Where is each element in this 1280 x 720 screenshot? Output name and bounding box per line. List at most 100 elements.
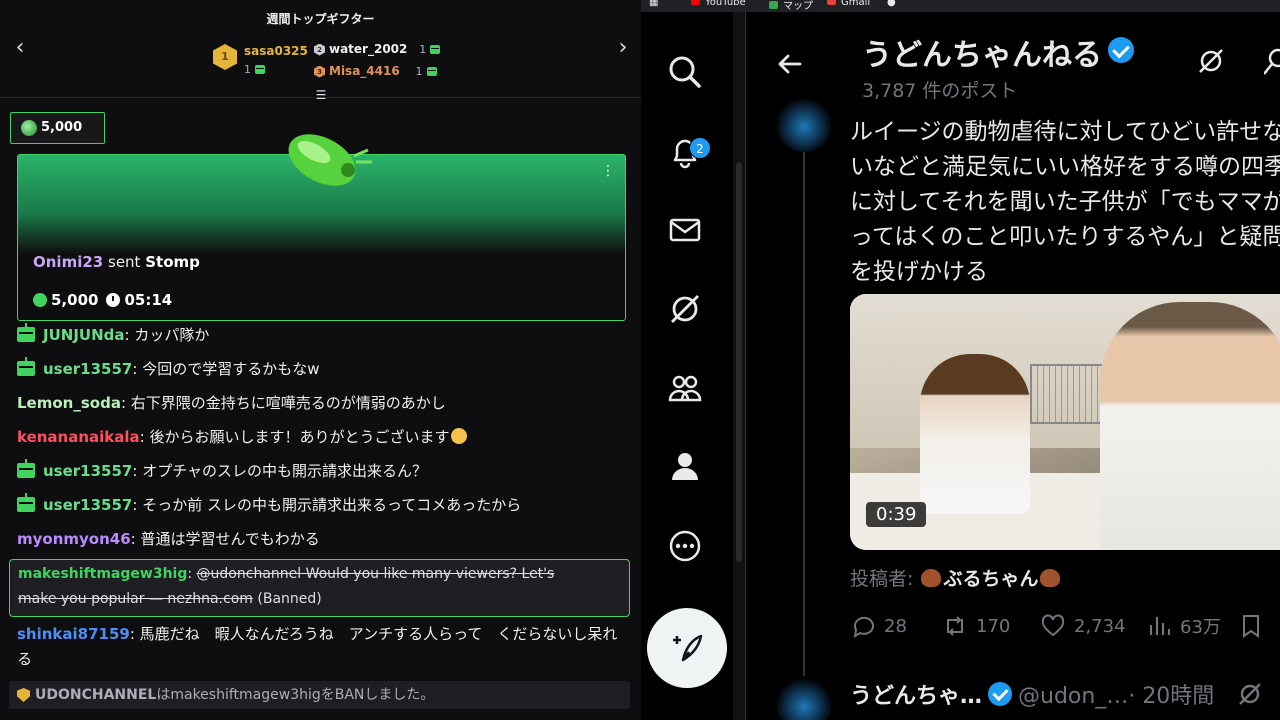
communities-icon[interactable]: [663, 366, 707, 410]
thread-line: [803, 152, 805, 712]
like-button[interactable]: 2,734: [1040, 610, 1126, 642]
search-icon[interactable]: [1264, 48, 1280, 76]
chat-username[interactable]: user13557: [43, 462, 132, 480]
compose-post-button[interactable]: [647, 608, 727, 688]
heart-icon: [1041, 614, 1065, 637]
ban-notice-text: をBANしました。: [320, 687, 435, 703]
post-count: 3,787 件のポスト: [862, 80, 1018, 102]
profile-icon[interactable]: [663, 444, 707, 488]
ban-target: makeshiftmagew3hig: [170, 687, 321, 703]
tweet-video[interactable]: 0:39: [850, 294, 1280, 550]
bookmark-maps[interactable]: マップ: [769, 0, 813, 12]
poster-credit: 投稿者: ぶるちゃん: [850, 564, 1062, 591]
chat-message: user13557: そっか前 スレの中も開示請求出来るってコメあったから: [17, 492, 627, 518]
gifter-count: 1: [415, 65, 423, 78]
chat-text: : カッパ隊か: [124, 326, 210, 344]
tweet-actions: 28 170 2,734 63万: [850, 610, 1280, 642]
chat-username[interactable]: myonmyon46: [17, 530, 131, 548]
chat-username[interactable]: JUNJUNda: [43, 326, 125, 344]
chat-username[interactable]: user13557: [43, 496, 132, 514]
bits-amount: 5,000: [41, 120, 83, 135]
gift-sender[interactable]: Onimi23: [33, 253, 103, 271]
chat-message: user13557: オプチャのスレの中も開示請求出来るん？: [17, 458, 627, 484]
coin-icon: [33, 293, 47, 307]
gifter-name: water_2002: [329, 42, 408, 56]
youtube-icon: [691, 0, 700, 5]
chat-text: : そっか前 スレの中も開示請求出来るってコメあったから: [132, 496, 522, 514]
profile-name: うどんちゃんねる: [862, 30, 1134, 74]
apps-grid-icon[interactable]: ▦: [649, 0, 658, 8]
subscriber-badge-icon: [17, 323, 35, 342]
repost-button[interactable]: 170: [942, 610, 1010, 642]
subscriber-badge-icon: [17, 493, 35, 512]
top-gifters-header: 週間トップギフター ‹ › 1 sasa0325 1 2 water_2002 1…: [0, 0, 641, 102]
notification-count-badge: 2: [689, 137, 711, 159]
chat-message: JUNJUNda: カッパ隊か: [17, 322, 627, 348]
profile-name-text: うどんちゃんねる: [862, 38, 1102, 73]
gem-icon: [430, 45, 441, 54]
rank-3-icon: 3: [314, 65, 325, 78]
banned-chat-message[interactable]: makeshiftmagew3hig: @udonchannel Would y…: [9, 559, 630, 617]
chat-username[interactable]: Lemon_soda: [17, 394, 121, 412]
gifter-name: Misa_4416: [329, 64, 400, 78]
subscriber-badge-icon: [17, 357, 35, 376]
views-button[interactable]: 63万: [1146, 610, 1221, 642]
chat-message: kenananaikala: 後からお願いします！ありがとうございます: [17, 424, 627, 450]
bookmark-label: Gmail: [841, 0, 871, 8]
bookmark-gmail[interactable]: Gmail: [827, 0, 870, 8]
next-post-name[interactable]: うどんちゃ…: [850, 684, 982, 709]
chat-username[interactable]: makeshiftmagew3hig: [18, 566, 187, 582]
grok-icon[interactable]: [663, 287, 707, 331]
gifter-name: sasa0325: [244, 44, 308, 58]
more-circle-icon[interactable]: [663, 524, 707, 568]
gift-amount: 5,000: [51, 291, 99, 309]
feather-plus-icon: [673, 634, 703, 662]
chevron-right-icon[interactable]: ›: [611, 36, 635, 60]
chevron-left-icon[interactable]: ‹: [8, 36, 32, 60]
bookmark-button[interactable]: [1238, 610, 1272, 642]
smile-emoji-icon: [451, 428, 468, 444]
grok-icon[interactable]: [1196, 46, 1226, 76]
subscriber-badge-icon: [17, 459, 35, 478]
video-duration: 0:39: [866, 502, 927, 527]
bookmark-label: YouTube: [705, 0, 746, 8]
poster-name[interactable]: ぶるちゃん: [943, 568, 1038, 590]
bits-pill[interactable]: 5,000: [10, 112, 105, 144]
bookmark-youtube[interactable]: YouTube: [691, 0, 746, 8]
scrollbar[interactable]: [733, 12, 745, 720]
avatar[interactable]: [776, 676, 832, 720]
top-gifter-2[interactable]: 2 water_2002 1: [314, 42, 441, 56]
chat-username[interactable]: kenananaikala: [17, 428, 140, 446]
poster-label: 投稿者:: [850, 568, 914, 590]
repost-count: 170: [976, 615, 1011, 637]
gifter-count: 1: [244, 63, 251, 76]
more-vertical-icon[interactable]: ⋮: [601, 163, 615, 179]
poop-emoji-icon: [921, 569, 942, 587]
banned-text-line1: @udonchannel Would you like many viewers…: [196, 566, 555, 582]
banned-text-line2: make you popular — nezhna.com: [18, 591, 253, 607]
chat-message: shinkai87159: 馬鹿だね 暇人なんだろうね アンチする人らって くだ…: [17, 622, 627, 672]
gift-item: Stomp: [145, 253, 200, 271]
views-chart-icon: [1149, 617, 1171, 635]
extension-icon[interactable]: ●: [887, 0, 896, 8]
mail-icon[interactable]: [663, 208, 707, 252]
scroll-thumb[interactable]: [736, 162, 742, 562]
back-arrow-icon[interactable]: [774, 48, 806, 80]
chat-message: Lemon_soda: 右下界隈の金持ちに喧嘩売るのが情弱のあかし: [17, 390, 627, 416]
grok-icon[interactable]: [1236, 680, 1264, 708]
avatar[interactable]: [776, 96, 832, 152]
collapse-handle-icon[interactable]: ☰: [313, 88, 329, 102]
repost-icon: [947, 616, 963, 636]
next-post-time: · 20時間: [1128, 684, 1215, 709]
poop-emoji-icon: [1040, 569, 1061, 587]
chat-text: : 右下界隈の金持ちに喧嘩売るのが情弱のあかし: [120, 394, 446, 412]
gem-icon: [255, 65, 265, 74]
search-icon[interactable]: [663, 50, 707, 94]
chat-text: : オプチャのスレの中も開示請求出来るん？: [132, 462, 428, 480]
reply-button[interactable]: 28: [850, 610, 907, 642]
chat-message: myonmyon46: 普通は学習せんでもわかる: [17, 526, 627, 552]
chat-username[interactable]: user13557: [43, 360, 132, 378]
chat-username[interactable]: shinkai87159: [17, 625, 130, 643]
top-gifter-3[interactable]: 3 Misa_4416 1: [314, 64, 437, 78]
gem-icon: [426, 67, 437, 76]
